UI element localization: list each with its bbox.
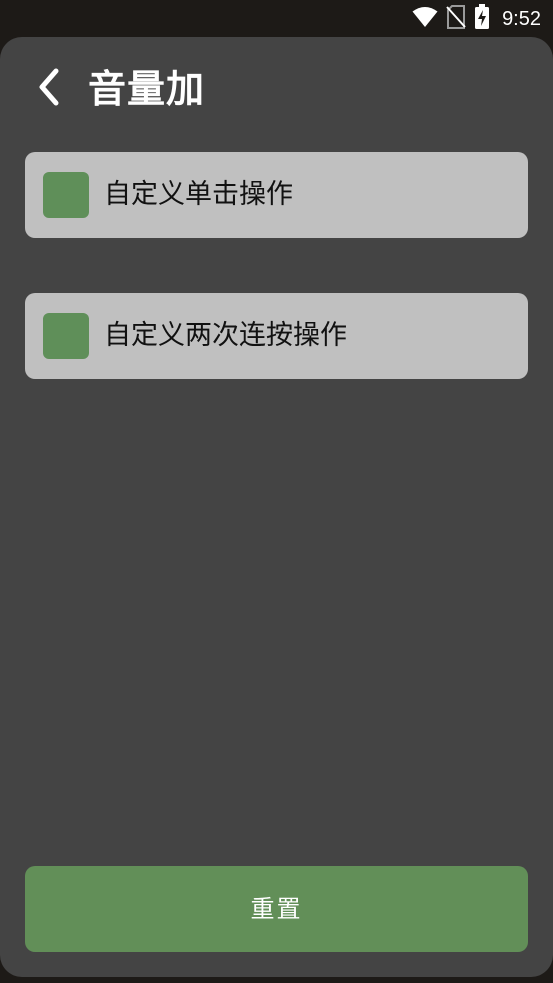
status-icons: 9:52 — [412, 4, 541, 34]
reset-button[interactable]: 重置 — [25, 866, 528, 952]
page-title: 音量加 — [88, 67, 206, 111]
battery-charging-icon — [474, 4, 490, 34]
checkbox[interactable] — [43, 172, 89, 218]
status-bar: 9:52 — [0, 0, 553, 38]
header: 音量加 — [0, 37, 553, 141]
option-label: 自定义单击操作 — [104, 179, 293, 210]
wifi-icon — [412, 6, 438, 32]
status-time: 9:52 — [502, 7, 541, 30]
checkbox[interactable] — [43, 313, 89, 359]
chevron-left-icon — [36, 67, 62, 111]
option-double-click[interactable]: 自定义两次连按操作 — [25, 293, 528, 379]
option-label: 自定义两次连按操作 — [104, 320, 347, 351]
back-button[interactable] — [28, 63, 70, 115]
no-sim-icon — [446, 5, 466, 33]
option-single-click[interactable]: 自定义单击操作 — [25, 152, 528, 238]
main-panel: 音量加 自定义单击操作 自定义两次连按操作 重置 — [0, 37, 553, 977]
